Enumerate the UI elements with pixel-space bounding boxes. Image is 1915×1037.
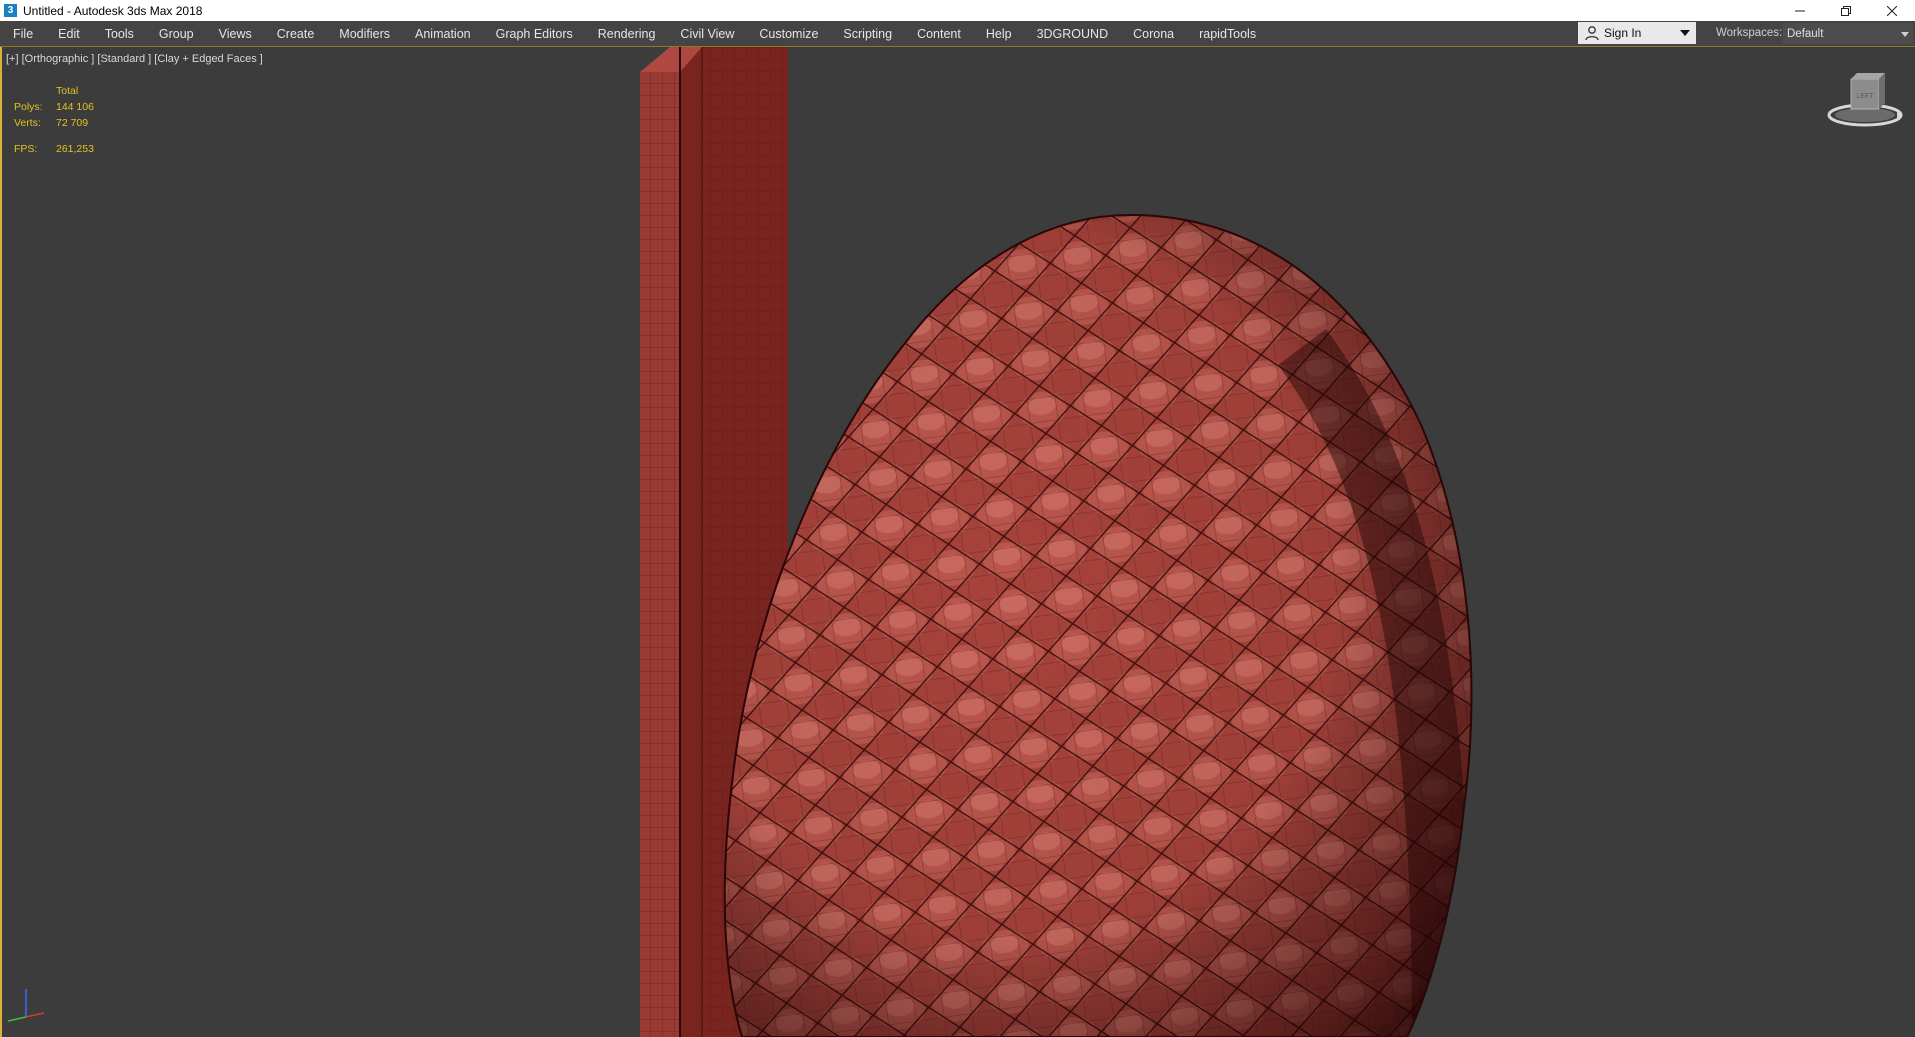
scene-render[interactable] (2, 47, 1915, 1037)
chevron-down-icon (1680, 30, 1690, 36)
window-title: Untitled - Autodesk 3ds Max 2018 (23, 3, 203, 18)
menu-content[interactable]: Content (904, 27, 973, 41)
verts-value: 72 709 (56, 117, 89, 129)
window-controls (1777, 0, 1915, 21)
user-icon (1585, 26, 1599, 41)
viewcube-face-label: LEFT (1856, 93, 1874, 100)
menu-graph-editors[interactable]: Graph Editors (483, 27, 585, 41)
minimize-icon (1795, 10, 1805, 11)
sign-in-label: Sign In (1604, 26, 1642, 40)
menu-corona[interactable]: Corona (1120, 27, 1186, 41)
menu-views[interactable]: Views (206, 27, 264, 41)
menu-customize[interactable]: Customize (746, 27, 830, 41)
menu-help[interactable]: Help (973, 27, 1024, 41)
menu-civil-view[interactable]: Civil View (667, 27, 746, 41)
menu-edit[interactable]: Edit (45, 27, 92, 41)
chevron-down-icon (1901, 32, 1909, 37)
polys-value: 144 106 (56, 101, 94, 113)
menu-tools[interactable]: Tools (92, 27, 146, 41)
workspace-value: Default (1787, 27, 1824, 40)
close-icon (1887, 5, 1897, 16)
menu-create[interactable]: Create (264, 27, 327, 41)
menu-rapidtools[interactable]: rapidTools (1186, 27, 1268, 41)
viewport-statistics: Total Polys: 144 106 Verts: 72 709 FPS: 261… (14, 83, 94, 157)
app-logo-icon: 3 (4, 4, 17, 17)
stats-header: Total (56, 85, 79, 97)
menu-group[interactable]: Group (146, 27, 206, 41)
restore-button[interactable] (1823, 0, 1869, 21)
viewport-label-menu[interactable]: [+] [Orthographic ] [Standard ] [Clay + … (6, 53, 263, 65)
viewcube-icon[interactable]: LEFT (1825, 67, 1905, 137)
restore-icon (1841, 5, 1851, 16)
workspaces-dropdown[interactable]: Default (1783, 23, 1913, 44)
workspaces-label: Workspaces: (1716, 27, 1783, 39)
menu-rendering[interactable]: Rendering (585, 27, 668, 41)
menu-bar: File Edit Tools Group Views Create Modif… (0, 21, 1915, 47)
menu-animation[interactable]: Animation (402, 27, 483, 41)
sign-in-button[interactable]: Sign In (1578, 22, 1696, 44)
perspective-viewport[interactable]: [+] [Orthographic ] [Standard ] [Clay + … (0, 47, 1915, 1037)
verts-label: Verts: (14, 117, 41, 129)
menu-scripting[interactable]: Scripting (830, 27, 904, 41)
scaled-egg-object[interactable] (702, 197, 1502, 1037)
axis-tripod-icon (7, 989, 45, 1022)
title-bar: 3 Untitled - Autodesk 3ds Max 2018 (0, 0, 1915, 21)
fps-value: 261,253 (56, 143, 94, 155)
polys-label: Polys: (14, 101, 43, 113)
minimize-button[interactable] (1777, 0, 1823, 21)
menu-modifiers[interactable]: Modifiers (326, 27, 402, 41)
menu-file[interactable]: File (0, 27, 45, 41)
menu-3dground[interactable]: 3DGROUND (1024, 27, 1121, 41)
fps-label: FPS: (14, 143, 38, 155)
close-button[interactable] (1869, 0, 1915, 21)
